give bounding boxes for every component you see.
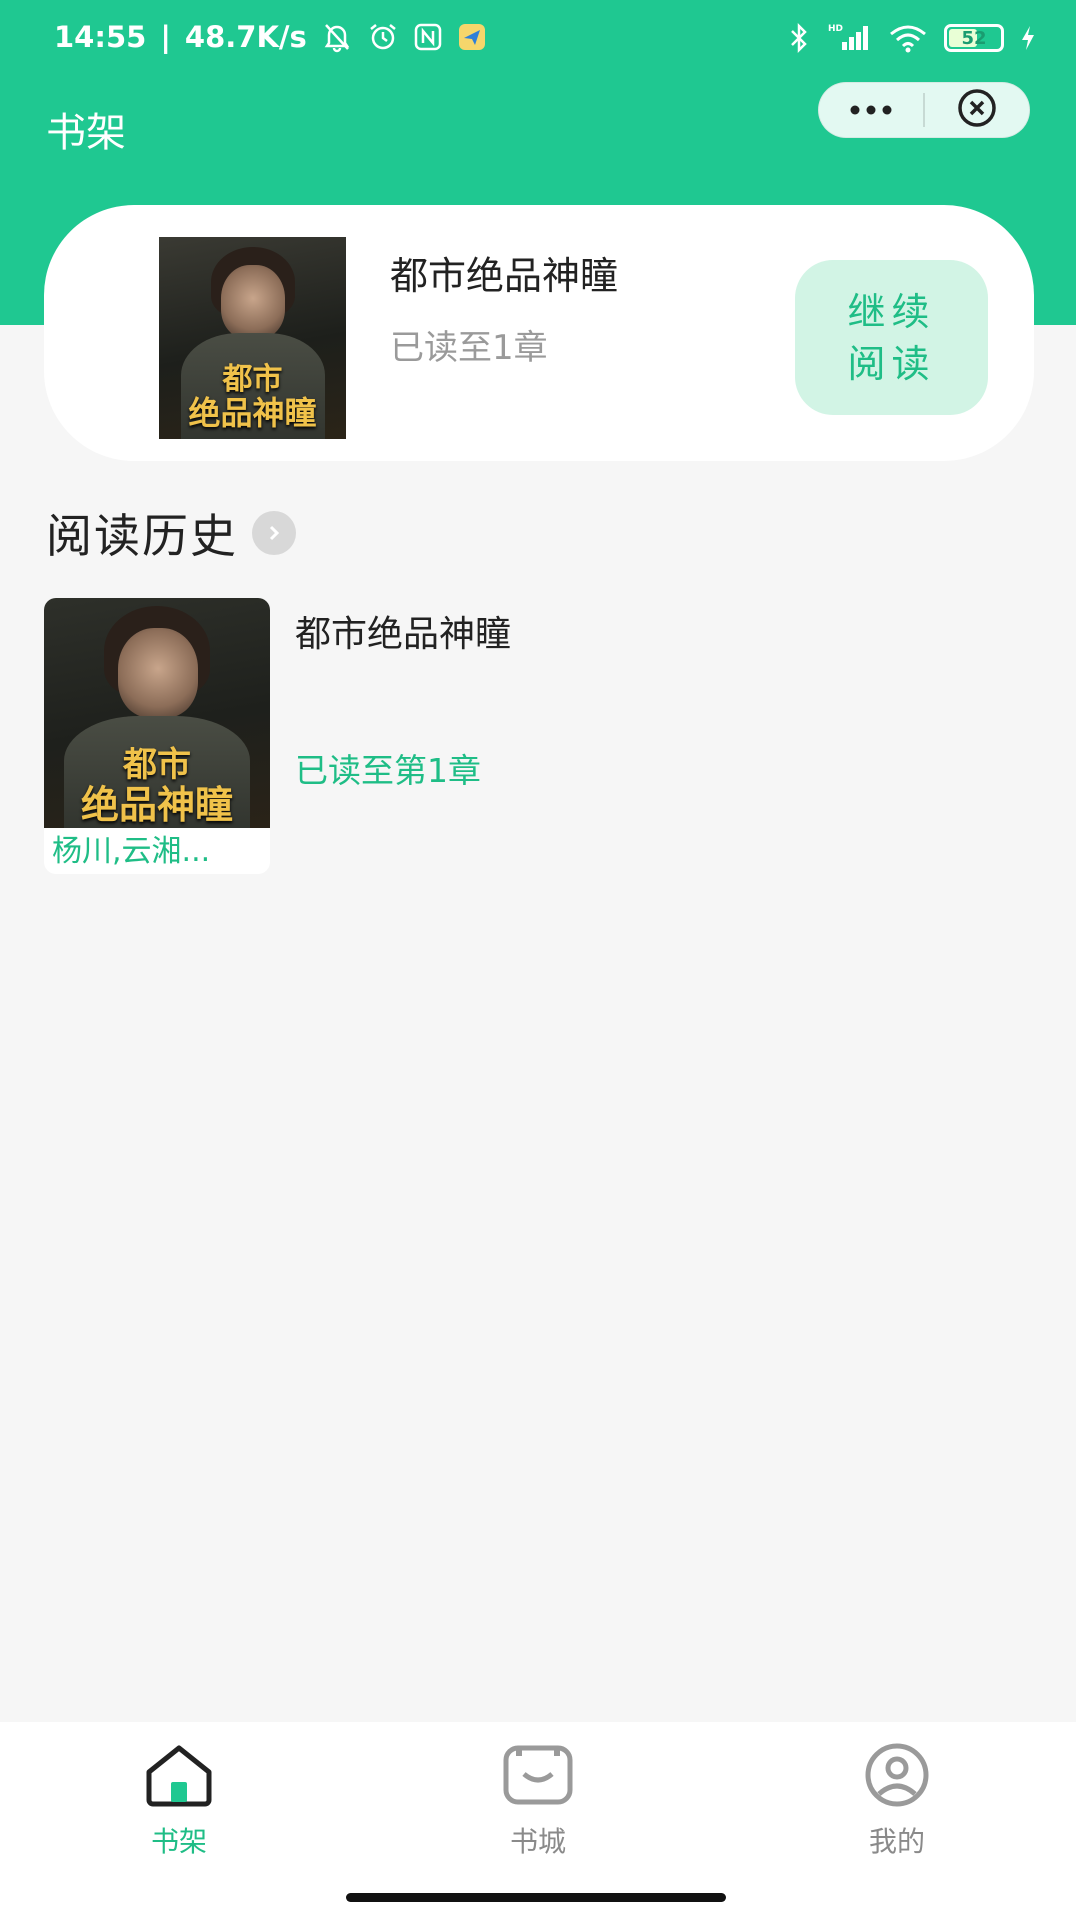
cover-title-line1: 都市 (222, 362, 283, 397)
bottom-tab-bar: 书架 书城 我的 (0, 1722, 1076, 1916)
cover-title-line2: 绝品神瞳 (80, 783, 233, 827)
bell-muted-icon (321, 21, 353, 53)
status-time: 14:55 (54, 20, 147, 54)
cover-title-line1: 都市 (123, 745, 191, 785)
app-notification-icon (457, 22, 487, 52)
battery-level: 52 (961, 27, 987, 49)
history-cover-image: 都市 绝品神瞳 (44, 598, 270, 828)
alarm-icon (367, 21, 399, 53)
history-book-title[interactable]: 都市绝品神瞳 (295, 610, 525, 660)
more-dots-icon (848, 101, 894, 120)
reading-history-header[interactable]: 阅读历史 (46, 500, 296, 566)
status-separator: | (160, 20, 171, 54)
continue-reading-button[interactable]: 继续 阅读 (795, 260, 988, 415)
tab-bookshelf[interactable]: 书架 (79, 1742, 279, 1872)
nfc-icon (413, 22, 443, 52)
current-book-progress: 已读至1章 (390, 328, 548, 368)
mini-program-capsule (818, 82, 1030, 138)
chevron-right-icon (252, 511, 296, 555)
current-book-card[interactable]: 都市 绝品神瞳 都市绝品神瞳 已读至1章 继续 阅读 (44, 205, 1034, 461)
history-book-cover[interactable]: 都市 绝品神瞳 杨川,云湘... (44, 598, 270, 874)
status-network-speed: 48.7K/s (184, 20, 307, 54)
cover-art-face (221, 265, 285, 339)
close-circle-icon (955, 86, 999, 134)
page-title: 书架 (46, 110, 126, 156)
tab-label: 我的 (868, 1825, 925, 1858)
hd-signal-icon: HD (828, 22, 872, 54)
continue-label-line1: 继续 (847, 289, 936, 334)
current-book-title: 都市绝品神瞳 (390, 254, 619, 298)
more-button[interactable] (819, 83, 923, 137)
bluetooth-icon (786, 22, 812, 54)
history-book-progress: 已读至第1章 (295, 751, 481, 790)
store-icon (500, 1742, 576, 1812)
reading-history-title: 阅读历史 (46, 509, 238, 563)
home-indicator[interactable] (346, 1893, 726, 1902)
profile-icon (859, 1742, 935, 1812)
wifi-icon (888, 22, 928, 54)
close-button[interactable] (925, 83, 1029, 137)
history-book-author: 杨川,云湘... (52, 834, 211, 869)
cover-art-face (118, 628, 198, 718)
current-book-cover[interactable]: 都市 绝品神瞳 (159, 237, 346, 439)
cover-title-line2: 绝品神瞳 (188, 394, 317, 432)
tab-label: 书架 (150, 1825, 207, 1858)
tab-bookstore[interactable]: 书城 (438, 1742, 638, 1872)
status-bar: 14:55 | 48.7K/s HD 52 (0, 0, 1076, 80)
home-icon (141, 1742, 217, 1812)
tab-label: 书城 (509, 1825, 566, 1858)
battery-icon: 52 (944, 24, 1004, 52)
charging-icon (1020, 24, 1036, 52)
continue-label-line2: 阅读 (847, 341, 936, 386)
svg-text:HD: HD (828, 24, 843, 34)
tab-profile[interactable]: 我的 (797, 1742, 997, 1872)
